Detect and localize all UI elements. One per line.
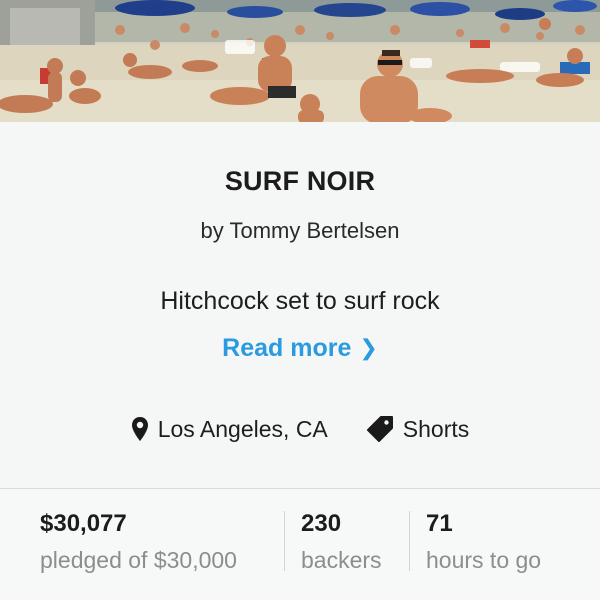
map-pin-icon xyxy=(131,417,148,441)
pledged-amount: $30,077 xyxy=(40,510,127,537)
location-label: Los Angeles, CA xyxy=(157,415,328,442)
project-hero-image[interactable] xyxy=(0,0,600,122)
project-meta: Los Angeles, CA Shorts xyxy=(0,413,600,445)
chevron-right-icon: ❯ xyxy=(359,335,378,360)
funding-stats: $30,077 pledged of $30,000 230 backers 7… xyxy=(0,488,600,600)
read-more-label: Read more xyxy=(222,334,352,362)
hours-label: hours to go xyxy=(426,547,542,573)
stats-divider xyxy=(284,511,285,571)
project-blurb: Hitchcock set to surf rock xyxy=(160,287,440,315)
project-title: SURF NOIR xyxy=(224,166,376,196)
backers-stat: 230 backers xyxy=(301,509,382,573)
tag-icon xyxy=(366,416,393,442)
stats-divider xyxy=(409,511,410,571)
pledged-stat: $30,077 pledged of $30,000 xyxy=(40,509,237,573)
backers-count: 230 xyxy=(301,510,342,537)
project-card: SURF NOIR by Tommy Bertelsen Hitchcock s… xyxy=(0,0,600,600)
read-more-link[interactable]: Read more ❯ xyxy=(0,334,600,363)
category-label: Shorts xyxy=(402,415,470,442)
project-creator[interactable]: by Tommy Bertelsen xyxy=(0,218,600,244)
pledged-label: pledged of $30,000 xyxy=(40,547,237,573)
category-link[interactable]: Shorts xyxy=(366,415,469,443)
location-link[interactable]: Los Angeles, CA xyxy=(131,416,328,443)
beach-photo xyxy=(0,0,600,122)
hours-count: 71 xyxy=(426,510,453,537)
hours-stat: 71 hours to go xyxy=(426,509,541,573)
backers-label: backers xyxy=(301,547,382,573)
